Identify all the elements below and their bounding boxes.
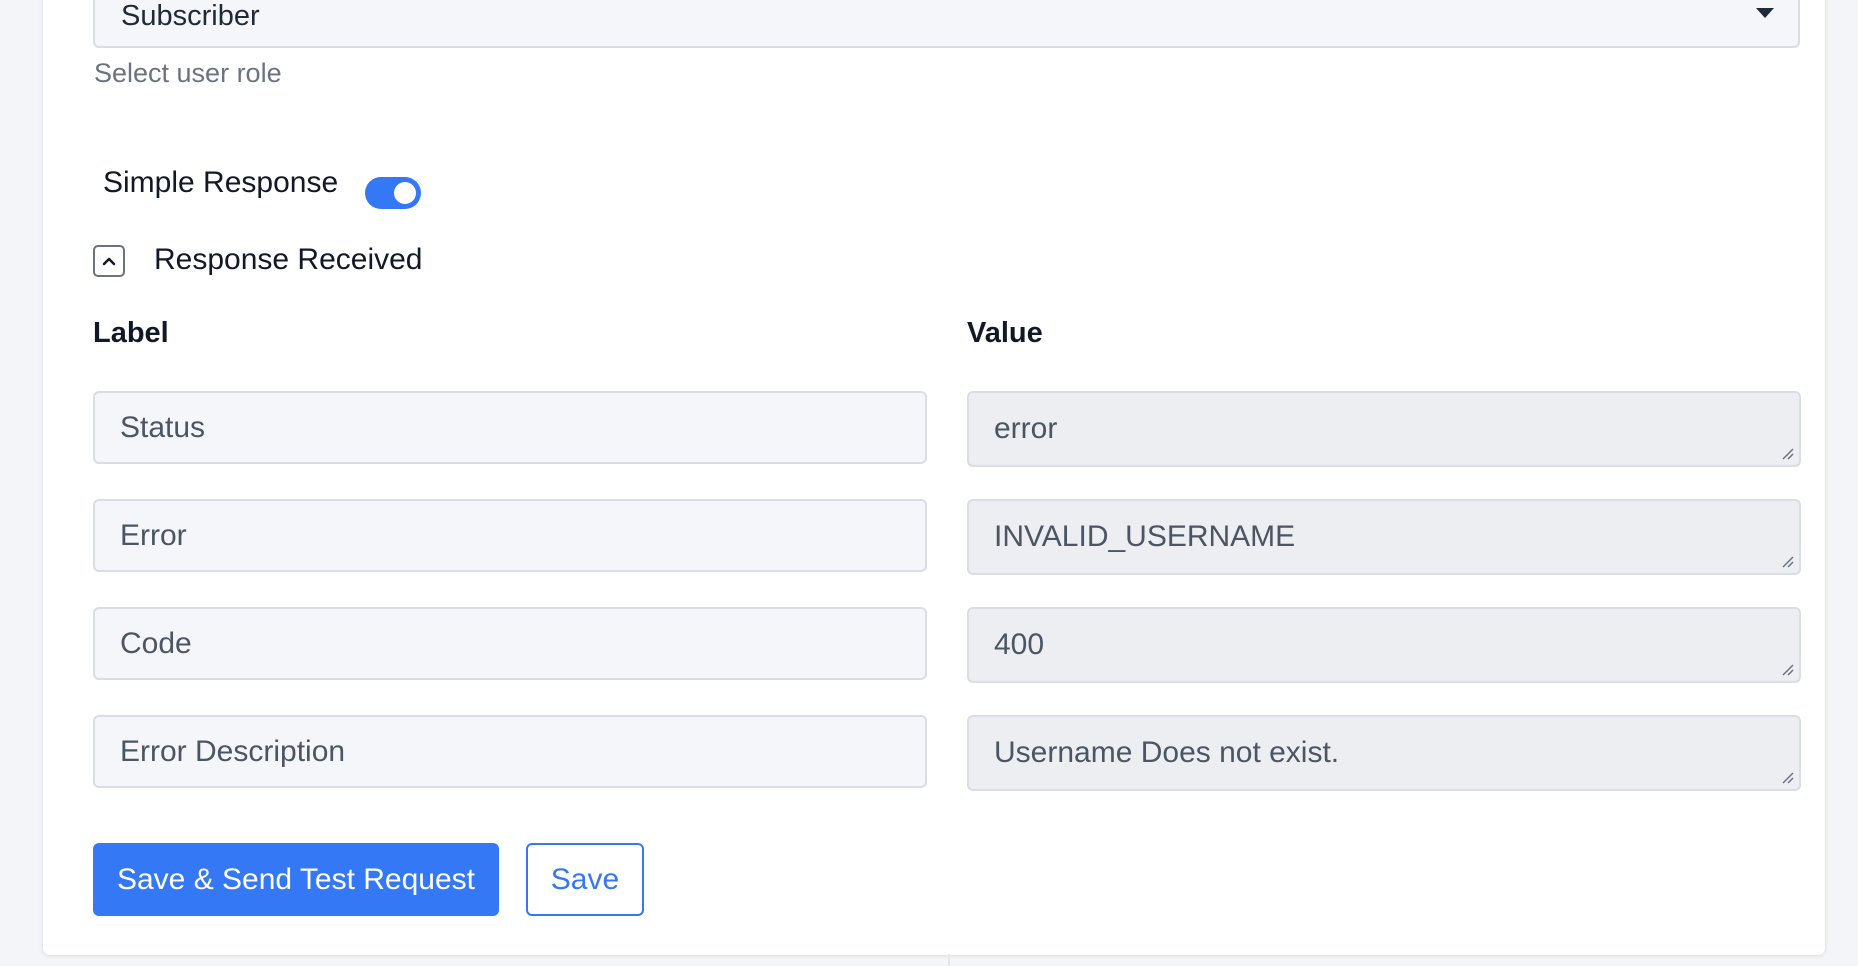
response-received-title: Response Received xyxy=(154,243,423,276)
resize-handle-icon[interactable] xyxy=(1781,555,1795,569)
simple-response-label: Simple Response xyxy=(103,166,339,199)
label-input-error[interactable]: Error xyxy=(93,499,927,572)
settings-card xyxy=(42,0,1826,956)
label-input-code[interactable]: Code xyxy=(93,607,927,680)
label-input-error-description[interactable]: Error Description xyxy=(93,715,927,788)
caret-down-icon xyxy=(1756,8,1774,18)
value-text: 400 xyxy=(994,628,1045,661)
value-textarea-status[interactable]: error xyxy=(967,391,1801,467)
value-text: Username Does not exist. xyxy=(994,736,1340,769)
simple-response-toggle[interactable] xyxy=(365,177,421,209)
value-textarea-code[interactable]: 400 xyxy=(967,607,1801,683)
save-button[interactable]: Save xyxy=(526,843,644,916)
chevron-up-icon xyxy=(102,257,116,266)
resize-handle-icon[interactable] xyxy=(1781,663,1795,677)
toggle-knob xyxy=(394,182,416,204)
column-divider xyxy=(948,954,950,966)
label-column-header: Label xyxy=(93,317,169,349)
label-input-status[interactable]: Status xyxy=(93,391,927,464)
value-textarea-error[interactable]: INVALID_USERNAME xyxy=(967,499,1801,575)
user-role-select-value: Subscriber xyxy=(121,0,260,32)
value-textarea-error-description[interactable]: Username Does not exist. xyxy=(967,715,1801,791)
value-text: error xyxy=(994,412,1058,445)
collapse-section-button[interactable] xyxy=(93,245,125,277)
value-text: INVALID_USERNAME xyxy=(994,520,1296,553)
save-and-send-test-request-button[interactable]: Save & Send Test Request xyxy=(93,843,499,916)
value-column-header: Value xyxy=(967,317,1043,349)
user-role-select[interactable]: Subscriber xyxy=(93,0,1800,48)
user-role-helper-text: Select user role xyxy=(94,58,282,88)
resize-handle-icon[interactable] xyxy=(1781,771,1795,785)
resize-handle-icon[interactable] xyxy=(1781,447,1795,461)
